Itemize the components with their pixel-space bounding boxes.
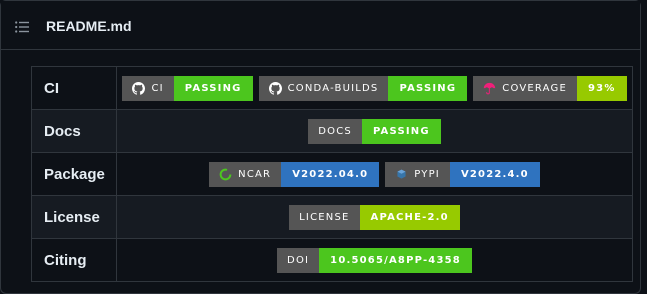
list-icon[interactable]	[15, 21, 29, 33]
github-icon	[132, 81, 146, 95]
table-row: Package NCAR V2022.04.0 PYPI V2022.4.0	[31, 152, 633, 196]
table-row: Docs DOCS PASSING	[31, 109, 633, 153]
readme-header: README.md	[1, 1, 640, 50]
coverage-badge[interactable]: COVERAGE 93%	[473, 75, 627, 101]
table-row: CI CI PASSING CONDA-BUILDS PASSING COVER…	[31, 66, 633, 110]
pypi-cube-icon	[397, 169, 406, 179]
row-label: Citing	[31, 238, 117, 282]
ncar-ring-icon	[219, 168, 232, 180]
conda-builds-badge[interactable]: CONDA-BUILDS PASSING	[258, 75, 468, 101]
ncar-badge[interactable]: NCAR V2022.04.0	[209, 161, 380, 187]
pypi-badge[interactable]: PYPI V2022.4.0	[385, 161, 540, 187]
ci-badge[interactable]: CI PASSING	[122, 75, 253, 101]
doi-badge[interactable]: DOI 10.5065/A8PP-4358	[277, 247, 472, 273]
row-label: CI	[31, 66, 117, 110]
table-row: License LICENSE APACHE-2.0	[31, 195, 633, 239]
codecov-umbrella-icon	[484, 82, 496, 94]
row-label: License	[31, 195, 117, 239]
row-label: Package	[31, 152, 117, 196]
docs-badge[interactable]: DOCS PASSING	[308, 118, 441, 144]
github-icon	[268, 81, 282, 95]
row-label: Docs	[31, 109, 117, 153]
readme-panel: README.md CI CI PASSING CONDA-BUILDS PAS…	[0, 0, 641, 294]
file-title: README.md	[46, 18, 132, 34]
badge-table: CI CI PASSING CONDA-BUILDS PASSING COVER…	[31, 66, 633, 282]
license-badge[interactable]: LICENSE APACHE-2.0	[289, 204, 460, 230]
table-row: Citing DOI 10.5065/A8PP-4358	[31, 238, 633, 282]
